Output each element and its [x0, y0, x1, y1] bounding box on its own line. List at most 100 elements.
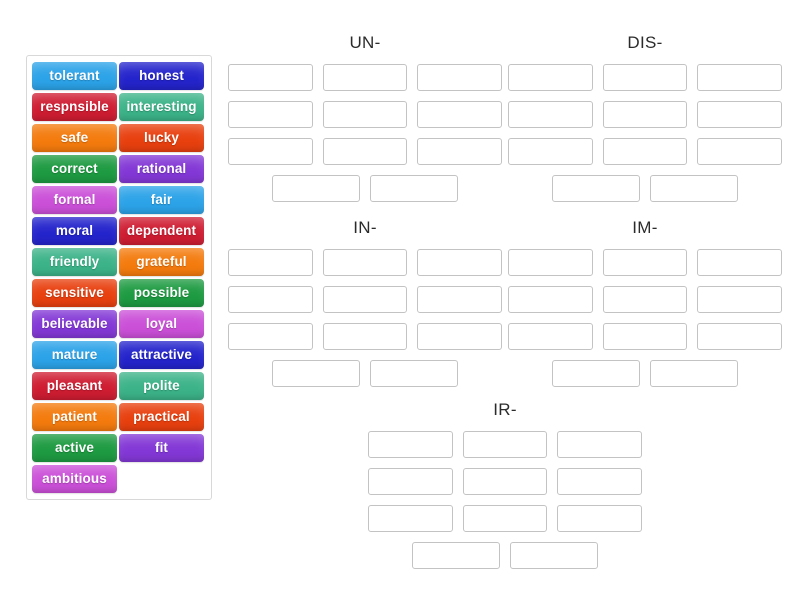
drop-slot[interactable] [602, 138, 688, 165]
drop-slot[interactable] [417, 101, 503, 128]
drop-slot[interactable] [552, 360, 640, 387]
slot-row [368, 431, 643, 458]
drop-slot[interactable] [370, 360, 458, 387]
drop-slot[interactable] [697, 138, 783, 165]
drop-slot[interactable] [552, 175, 640, 202]
drop-slot[interactable] [228, 64, 313, 91]
word-tile[interactable]: tolerant [32, 61, 117, 90]
drop-slot[interactable] [602, 249, 688, 276]
category-title-im: IM- [632, 218, 658, 237]
word-tile[interactable]: sensitive [32, 278, 117, 307]
drop-slot[interactable] [228, 323, 313, 350]
drop-slot[interactable] [697, 64, 783, 91]
word-tile[interactable]: fair [119, 185, 204, 214]
drop-slot[interactable] [322, 138, 408, 165]
drop-slot[interactable] [508, 323, 593, 350]
drop-slot[interactable] [272, 360, 360, 387]
slot-row [228, 360, 502, 387]
word-tile[interactable]: active [32, 433, 117, 462]
drop-slot[interactable] [508, 286, 593, 313]
drop-slot[interactable] [228, 286, 313, 313]
drop-slot[interactable] [417, 249, 503, 276]
drop-slot[interactable] [368, 505, 453, 532]
word-tile[interactable]: friendly [32, 247, 117, 276]
drop-slot[interactable] [602, 323, 688, 350]
drop-slot[interactable] [510, 542, 598, 569]
word-tile[interactable]: grateful [119, 247, 204, 276]
drop-slot[interactable] [322, 249, 408, 276]
word-tile[interactable]: lucky [119, 123, 204, 152]
drop-slot[interactable] [650, 175, 738, 202]
word-tile[interactable]: honest [119, 61, 204, 90]
drop-slot[interactable] [557, 505, 643, 532]
word-tile[interactable]: safe [32, 123, 117, 152]
slot-row [228, 286, 503, 313]
drop-slot[interactable] [322, 64, 408, 91]
slot-row [508, 175, 782, 202]
word-tile[interactable]: practical [119, 402, 204, 431]
drop-slot[interactable] [412, 542, 500, 569]
slot-row [508, 323, 783, 350]
category-group-ir: IR- [368, 400, 643, 569]
drop-slot[interactable] [228, 138, 313, 165]
word-tile[interactable]: loyal [119, 309, 204, 338]
word-tile[interactable]: respnsible [32, 92, 117, 121]
word-tile[interactable]: moral [32, 216, 117, 245]
word-tile[interactable]: believable [32, 309, 117, 338]
word-tile[interactable]: correct [32, 154, 117, 183]
word-tile[interactable]: polite [119, 371, 204, 400]
drop-slot[interactable] [322, 323, 408, 350]
drop-slot[interactable] [697, 101, 783, 128]
drop-slot[interactable] [322, 286, 408, 313]
drop-slot[interactable] [697, 249, 783, 276]
word-bank-panel[interactable]: tolerant honest respnsible interesting safe l… [26, 55, 212, 500]
category-title-dis: DIS- [627, 33, 663, 52]
word-tile[interactable]: formal [32, 185, 117, 214]
slot-row [228, 323, 503, 350]
drop-slot[interactable] [417, 64, 503, 91]
drop-slot[interactable] [462, 468, 548, 495]
drop-slot[interactable] [417, 138, 503, 165]
drop-slot[interactable] [417, 286, 503, 313]
drop-slot[interactable] [462, 431, 548, 458]
slot-row [508, 249, 783, 276]
drop-slot[interactable] [368, 468, 453, 495]
drop-slot[interactable] [557, 431, 643, 458]
drop-slot[interactable] [228, 101, 313, 128]
drop-slot[interactable] [462, 505, 548, 532]
word-tile[interactable]: attractive [119, 340, 204, 369]
word-tile[interactable]: interesting [119, 92, 204, 121]
drop-slot[interactable] [417, 323, 503, 350]
drop-slot[interactable] [508, 249, 593, 276]
slot-row [508, 360, 782, 387]
slot-row [228, 64, 503, 91]
drop-slot[interactable] [228, 249, 313, 276]
word-tile[interactable]: ambitious [32, 464, 117, 493]
slot-grid-im [508, 249, 783, 387]
drop-slot[interactable] [602, 64, 688, 91]
drop-slot[interactable] [602, 286, 688, 313]
category-group-un: UN- [228, 33, 503, 202]
drop-slot[interactable] [650, 360, 738, 387]
drop-slot[interactable] [508, 101, 593, 128]
drop-slot[interactable] [602, 101, 688, 128]
word-tile[interactable]: mature [32, 340, 117, 369]
drop-slot[interactable] [697, 323, 783, 350]
drop-slot[interactable] [322, 101, 408, 128]
drop-slot[interactable] [697, 286, 783, 313]
drop-slot[interactable] [272, 175, 360, 202]
drop-slot[interactable] [508, 64, 593, 91]
drop-slot[interactable] [508, 138, 593, 165]
slot-row [228, 101, 503, 128]
word-tile[interactable]: patient [32, 402, 117, 431]
drop-slot[interactable] [557, 468, 643, 495]
word-tile[interactable]: pleasant [32, 371, 117, 400]
slot-row [508, 286, 783, 313]
drop-slot[interactable] [368, 431, 453, 458]
word-tile[interactable]: dependent [119, 216, 204, 245]
slot-row [368, 542, 642, 569]
drop-slot[interactable] [370, 175, 458, 202]
word-tile[interactable]: rational [119, 154, 204, 183]
word-tile[interactable]: fit [119, 433, 204, 462]
word-tile[interactable]: possible [119, 278, 204, 307]
